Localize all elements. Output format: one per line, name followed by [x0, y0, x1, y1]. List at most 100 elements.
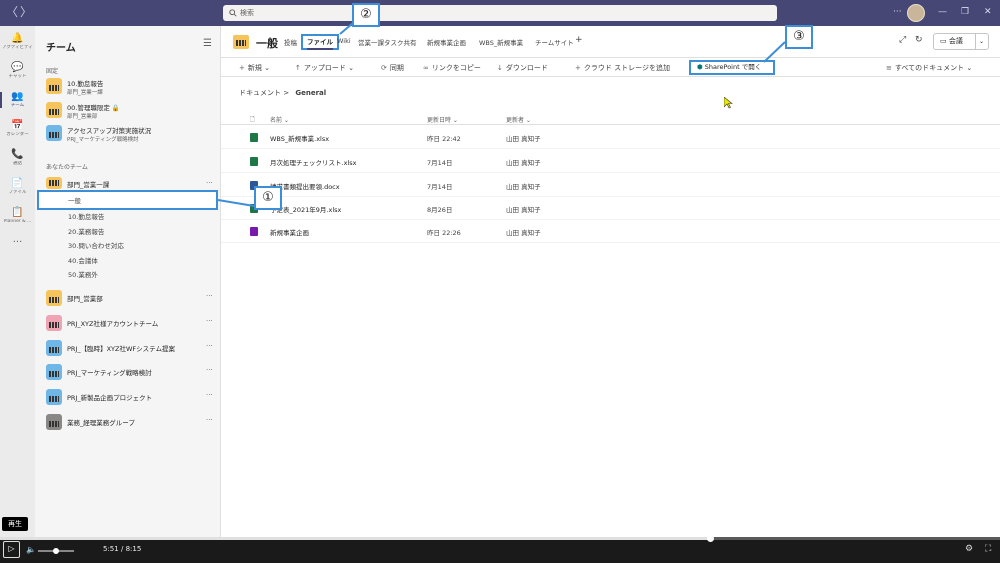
- team-item[interactable]: PRJ_XYZ社様アカウントチーム ···: [46, 315, 216, 331]
- video-time: 5:51 / 8:15: [103, 545, 142, 553]
- more-icon[interactable]: ···: [206, 292, 213, 300]
- video-progress-bar[interactable]: [0, 535, 1000, 542]
- file-row[interactable]: 予定表_2021年9月.xlsx 8月26日 山田 真知子: [221, 197, 1000, 220]
- refresh-icon[interactable]: ↻: [915, 35, 923, 45]
- rail-planner[interactable]: 📋 Planner & ...: [0, 206, 35, 225]
- back-icon[interactable]: 〈: [6, 6, 18, 18]
- fullscreen-icon[interactable]: ⛶: [985, 544, 991, 554]
- team-avatar: [233, 35, 249, 49]
- search-input[interactable]: 検索: [223, 5, 777, 21]
- channel-item[interactable]: 30.問い合わせ対応: [68, 240, 124, 250]
- tab-task-share[interactable]: 営業一課タスク共有: [358, 37, 417, 47]
- more-icon[interactable]: ···: [206, 416, 213, 424]
- new-button[interactable]: + 新規 ⌄: [239, 63, 270, 73]
- progress-handle[interactable]: [707, 535, 714, 542]
- volume-handle[interactable]: [53, 547, 59, 554]
- more-icon[interactable]: ···: [206, 317, 213, 325]
- copy-link-button[interactable]: ∞ リンクをコピー: [423, 63, 481, 73]
- channel-item[interactable]: 40.会議体: [68, 255, 98, 265]
- open-in-sharepoint-button[interactable]: ⬢ SharePoint で開く: [689, 60, 775, 75]
- minimize-icon[interactable]: —: [938, 6, 947, 18]
- excel-icon: [250, 157, 258, 166]
- maximize-icon[interactable]: ❐: [961, 6, 969, 18]
- tab-files[interactable]: ファイル: [301, 34, 339, 50]
- close-icon[interactable]: ✕: [984, 6, 992, 18]
- volume-slider[interactable]: [38, 547, 74, 554]
- team-avatar: [46, 177, 62, 189]
- channel-item[interactable]: 10.勤怠報告: [68, 211, 104, 221]
- plus-icon: +: [575, 64, 581, 72]
- rail-chat[interactable]: 💬 チャット: [0, 61, 35, 80]
- rail-activity[interactable]: 🔔 アクティビティ: [0, 32, 35, 51]
- download-button[interactable]: ↓ ダウンロード: [497, 63, 548, 73]
- expand-icon[interactable]: ⤢: [899, 35, 906, 45]
- channel-general-selected[interactable]: [37, 190, 218, 210]
- file-row[interactable]: WBS_新規事業.xlsx 昨日 22:42 山田 真知子: [221, 126, 1000, 149]
- tab-wbs[interactable]: WBS_新規事業: [479, 37, 523, 47]
- more-icon[interactable]: ···: [206, 391, 213, 399]
- team-avatar: [46, 364, 62, 380]
- progress-fill: [0, 537, 710, 540]
- add-tab-button[interactable]: +: [575, 35, 583, 45]
- file-row[interactable]: 請求書類提出要領.docx 7月14日 山田 真知子: [221, 174, 1000, 197]
- team-avatar: [46, 340, 62, 356]
- team-item[interactable]: PRJ_マーケティング戦略検討 ···: [46, 364, 216, 380]
- channel-item[interactable]: 20.業務報告: [68, 226, 104, 236]
- rail-more[interactable]: ···: [0, 236, 35, 249]
- upload-icon: ↑: [295, 64, 301, 72]
- team-avatar: [46, 389, 62, 405]
- column-name[interactable]: 名前 ⌄: [270, 115, 289, 124]
- view-selector[interactable]: ≡ すべてのドキュメント ⌄: [886, 63, 972, 73]
- more-icon: ···: [12, 237, 23, 248]
- sync-button[interactable]: ⟳ 同期: [381, 63, 404, 73]
- video-controls: [0, 538, 1000, 563]
- more-options-icon[interactable]: ···: [893, 6, 902, 18]
- pinned-item[interactable]: 10.勤怠報告 部門_営業一課: [46, 78, 216, 98]
- column-modified-by[interactable]: 更新者 ⌄: [506, 115, 531, 124]
- pane-title: チーム: [46, 43, 76, 54]
- more-icon[interactable]: ···: [206, 342, 213, 350]
- add-cloud-storage-button[interactable]: + クラウド ストレージを追加: [575, 63, 670, 73]
- tab-posts[interactable]: 投稿: [284, 37, 297, 47]
- teams-pane: チーム ☰ 固定 10.勤怠報告 部門_営業一課 00.管理職限定 🔒 部門_営…: [35, 26, 221, 538]
- rail-teams[interactable]: 👥 チーム: [0, 90, 35, 109]
- tab-wiki[interactable]: Wiki: [337, 37, 351, 45]
- avatar[interactable]: [907, 4, 925, 22]
- file-type-icon: 🗋: [250, 116, 255, 123]
- team-avatar: [46, 290, 62, 306]
- list-icon: ≡: [886, 64, 892, 72]
- tab-new-business[interactable]: 新規事業企画: [427, 37, 466, 47]
- upload-button[interactable]: ↑ アップロード ⌄: [295, 63, 354, 73]
- more-icon[interactable]: ···: [206, 366, 213, 374]
- team-item[interactable]: 業務_経理業務グループ ···: [46, 414, 216, 430]
- column-modified[interactable]: 更新日時 ⌄: [427, 115, 458, 124]
- filter-icon[interactable]: ☰: [203, 38, 212, 49]
- link-icon: ∞: [423, 64, 429, 72]
- pinned-item[interactable]: アクセスアップ対策実施状況 PRJ_マーケティング戦略検討: [46, 125, 216, 145]
- breadcrumb-separator: >: [283, 89, 290, 97]
- volume-icon[interactable]: 🔈: [26, 545, 36, 554]
- plus-icon: +: [239, 64, 245, 72]
- callout-1: ①: [254, 186, 282, 210]
- play-button[interactable]: ▷: [3, 541, 20, 558]
- rail-calls[interactable]: 📞 通話: [0, 148, 35, 167]
- more-icon[interactable]: ···: [206, 179, 213, 187]
- file-row[interactable]: 月次処理チェックリスト.xlsx 7月14日 山田 真知子: [221, 150, 1000, 173]
- pinned-item[interactable]: 00.管理職限定 🔒 部門_営業部: [46, 102, 216, 122]
- rail-files[interactable]: 📄 ファイル: [0, 177, 35, 196]
- meeting-button[interactable]: ▭ 会議 ⌄: [933, 33, 989, 50]
- calendar-icon: 📅: [11, 120, 24, 131]
- team-item[interactable]: 部門_営業一課 ···: [46, 177, 216, 191]
- channel-item[interactable]: 50.業務外: [68, 269, 98, 279]
- rail-calendar[interactable]: 📅 カレンダー: [0, 119, 35, 138]
- breadcrumb-root[interactable]: ドキュメント: [239, 89, 281, 97]
- team-item[interactable]: PRJ_新製品企画プロジェクト ···: [46, 389, 216, 405]
- team-item[interactable]: 部門_営業部 ···: [46, 290, 216, 306]
- file-row[interactable]: 新規事業企画 昨日 22:26 山田 真知子: [221, 220, 1000, 243]
- settings-icon[interactable]: ⚙: [965, 544, 973, 554]
- file-icon: 📄: [11, 178, 24, 189]
- tab-team-site[interactable]: チームサイト: [535, 37, 574, 47]
- chevron-down-icon[interactable]: ⌄: [979, 34, 984, 49]
- team-item[interactable]: PRJ_【臨時】XYZ社WFシステム提案 ···: [46, 340, 216, 356]
- forward-icon[interactable]: 〉: [20, 6, 32, 18]
